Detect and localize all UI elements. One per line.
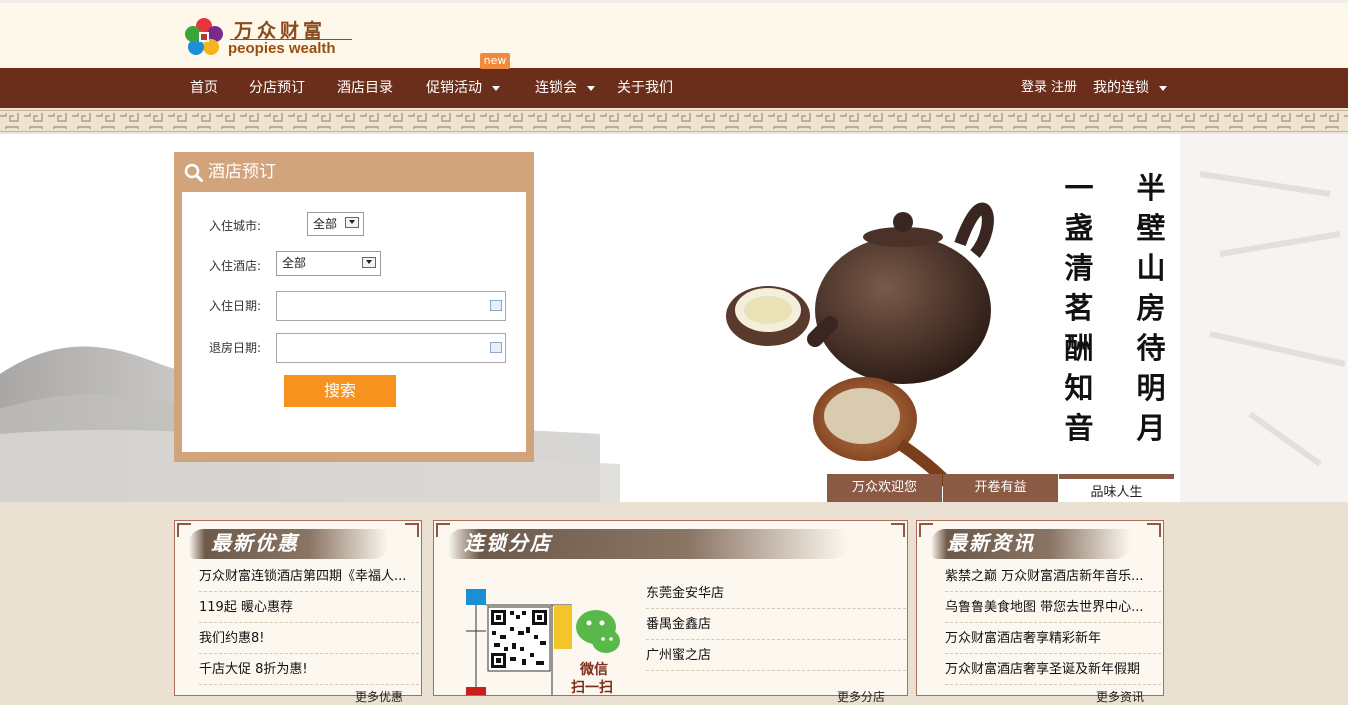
nav-register[interactable]: 注册 [1051,68,1077,108]
poem-char: 盏 [1064,211,1094,245]
poem-char: 清 [1064,251,1094,285]
logo-flower-icon [185,18,223,55]
list-item[interactable]: 万众财富酒店奢享精彩新年 [945,623,1161,654]
poem-char: 待 [1136,331,1166,365]
poem-char: 知 [1064,371,1094,405]
logo-en-text: peopies wealth [228,40,336,57]
banner-tab-welcome[interactable]: 万众欢迎您 [827,474,942,502]
poem-char: 茗 [1064,291,1094,325]
poem-char: 音 [1064,411,1094,445]
list-item[interactable]: 我们约惠8! [199,623,419,654]
list-item[interactable]: 乌鲁鲁美食地图 带您去世界中心... [945,592,1161,623]
chevron-down-icon [345,217,359,228]
list-item[interactable]: 广州蜜之店 [646,640,906,671]
logo[interactable]: 万众财富 peopies wealth [184,15,364,63]
list-item[interactable]: 万众财富酒店奢享圣诞及新年假期 [945,654,1161,685]
hotel-select[interactable]: 全部 [276,251,381,276]
news-title: 最新资讯 [947,531,1035,555]
list-item[interactable]: 番禺金鑫店 [646,609,906,640]
news-panel: 最新资讯 紫禁之巅 万众财富酒店新年音乐... 乌鲁鲁美食地图 带您去世界中心.… [916,520,1164,696]
nav-promotions-label: 促销活动 [426,80,482,96]
nav-promotions[interactable]: 促销活动 [426,68,500,108]
poem-right-column: 半 壁 山 房 待 明 月 [1133,168,1169,448]
corner-ornament [1147,523,1161,537]
chevron-down-icon [1159,85,1167,91]
list-item[interactable]: 119起 暖心惠荐 [199,592,419,623]
nav-about-us[interactable]: 关于我们 [617,68,673,108]
list-item[interactable]: 东莞金安华店 [646,578,906,609]
poem-left-column: 一 盏 清 茗 酬 知 音 [1061,168,1097,448]
checkin-label: 入住日期: [209,299,262,313]
nav-home[interactable]: 首页 [190,68,218,108]
poem-char: 明 [1136,371,1166,405]
branches-panel: 连锁分店 微信 扫一扫 东莞金安华店 番禺金鑫店 广州蜜之店 [433,520,908,696]
checkin-date-input[interactable] [276,291,506,321]
corner-ornament [405,523,419,537]
more-news-link[interactable]: 更多资讯 [1096,688,1144,705]
list-item[interactable]: 万众财富连锁酒店第四期《幸福人... [199,561,419,592]
booking-form: 入住城市: 全部 入住酒店: 全部 入住日期: 退房日期: 搜索 [182,192,526,452]
poem-char: 房 [1136,291,1166,325]
banner-tab-reading[interactable]: 开卷有益 [943,474,1058,502]
chevron-down-icon [362,257,376,268]
city-select-value: 全部 [313,217,338,231]
chevron-down-icon [587,85,595,91]
list-item[interactable]: 千店大促 8折为惠! [199,654,419,685]
checkout-label: 退房日期: [209,341,262,355]
promo-title: 最新优惠 [211,531,299,555]
chevron-down-icon [492,85,500,91]
checkout-date-input[interactable] [276,333,506,363]
poem-char: 半 [1136,171,1166,205]
nav-my-chain[interactable]: 我的连锁 [1093,68,1167,108]
more-promo-link[interactable]: 更多优惠 [355,688,403,705]
search-button[interactable]: 搜索 [284,375,396,407]
poem-char: 酬 [1064,331,1094,365]
corner-ornament [891,523,905,537]
nav-branch-booking[interactable]: 分店预订 [249,68,305,108]
scan-label: 扫一扫 [571,680,613,696]
header: 万众财富 peopies wealth [0,3,1348,68]
hotel-select-value: 全部 [282,256,307,270]
nav-login[interactable]: 登录 [1021,68,1047,108]
city-select[interactable]: 全部 [307,212,364,236]
calendar-icon[interactable] [490,300,502,311]
booking-title: 酒店预订 [208,162,276,182]
list-item[interactable]: 紫禁之巅 万众财富酒店新年音乐... [945,561,1161,592]
poem-char: 一 [1064,171,1094,205]
booking-panel: 酒店预订 入住城市: 全部 入住酒店: 全部 入住日期: 退房日期: 搜索 [174,152,534,462]
banner-tab-life[interactable]: 品味人生 [1059,474,1174,502]
new-badge: new [480,53,510,69]
poem-char: 山 [1136,251,1166,285]
search-icon [184,163,203,182]
poem-char: 月 [1136,411,1166,445]
corner-ornament [436,523,450,537]
poem-char: 壁 [1136,211,1166,245]
nav-hotel-directory[interactable]: 酒店目录 [337,68,393,108]
nav-my-chain-label: 我的连锁 [1093,80,1149,96]
promo-panel: 最新优惠 万众财富连锁酒店第四期《幸福人... 119起 暖心惠荐 我们约惠8!… [174,520,422,696]
calendar-icon[interactable] [490,342,502,353]
nav-chain-club[interactable]: 连锁会 [535,68,595,108]
branches-title: 连锁分店 [464,531,552,555]
city-label: 入住城市: [209,219,262,233]
wechat-label: 微信 [580,662,608,678]
nav-chain-club-label: 连锁会 [535,80,577,96]
fret-border [0,108,1348,134]
corner-ornament [177,523,191,537]
corner-ornament [919,523,933,537]
more-branches-link[interactable]: 更多分店 [837,688,885,705]
hotel-label: 入住酒店: [209,259,262,273]
main-nav: 首页 分店预订 酒店目录 促销活动 连锁会 关于我们 登录 注册 我的连锁 [0,68,1348,108]
